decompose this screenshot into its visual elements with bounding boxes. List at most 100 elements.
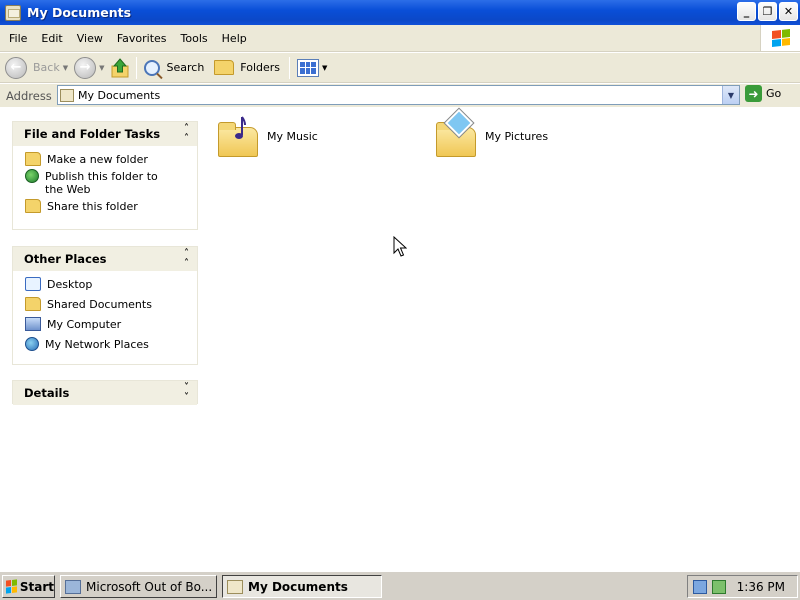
folders-label: Folders	[240, 61, 281, 74]
panel-title: Details	[24, 386, 70, 400]
my-documents-icon	[227, 579, 243, 594]
chevron-down-icon: ▼	[62, 63, 69, 72]
folder-my-music[interactable]: My Music	[218, 115, 368, 163]
desktop-icon	[25, 277, 41, 291]
address-dropdown-button[interactable]: ▼	[722, 86, 739, 104]
forward-button[interactable]: → ▼	[71, 55, 107, 81]
network-status-icon[interactable]	[693, 579, 707, 594]
place-desktop[interactable]: Desktop	[25, 277, 197, 291]
computer-icon	[25, 317, 41, 331]
folders-icon	[214, 60, 235, 75]
folder-label: My Pictures	[485, 130, 549, 143]
expand-chevron-icon[interactable]: ˅ ˅	[184, 383, 189, 403]
menu-view[interactable]: View	[70, 32, 110, 45]
network-icon	[25, 337, 39, 351]
views-icon	[297, 58, 320, 77]
menu-edit[interactable]: Edit	[34, 32, 69, 45]
window-title: My Documents	[27, 5, 132, 20]
back-button[interactable]: ← Back ▼	[0, 55, 71, 81]
title-bar[interactable]: My Documents _ ❐ ✕	[0, 0, 800, 25]
place-label: My Network Places	[45, 338, 149, 351]
windows-logo-icon	[760, 25, 800, 51]
panel-title: Other Places	[24, 252, 107, 266]
close-button[interactable]: ✕	[779, 2, 798, 21]
details-header[interactable]: Details ˅ ˅	[13, 381, 197, 405]
file-folder-tasks-panel: File and Folder Tasks ˄ ˄ Make a new fold…	[12, 121, 198, 230]
other-places-list: Desktop Shared Documents My Computer My …	[13, 271, 197, 361]
publish-web-icon	[25, 169, 39, 183]
new-folder-icon	[25, 152, 41, 166]
application-icon	[65, 579, 81, 594]
toolbar-separator	[135, 56, 137, 79]
menu-tools[interactable]: Tools	[174, 32, 215, 45]
windows-logo-icon	[6, 579, 17, 594]
details-panel: Details ˅ ˅	[12, 380, 198, 405]
address-value: My Documents	[78, 88, 161, 102]
clock[interactable]: 1:36 PM	[737, 580, 785, 594]
safely-remove-hardware-icon[interactable]	[712, 579, 726, 594]
standard-toolbar: ← Back ▼ → ▼ Search Folders ▼	[0, 53, 800, 83]
chevron-down-icon: ▼	[99, 63, 105, 72]
place-label: Shared Documents	[47, 298, 152, 311]
address-bar: Address My Documents ▼ ➜ Go	[0, 84, 800, 107]
restore-button[interactable]: ❐	[758, 2, 777, 21]
taskbar: Start Microsoft Out of Bo... My Document…	[0, 571, 800, 600]
my-documents-icon	[60, 88, 74, 102]
other-places-header[interactable]: Other Places ˄ ˄	[13, 247, 197, 271]
place-label: My Computer	[47, 318, 122, 331]
start-button[interactable]: Start	[2, 575, 55, 598]
taskbar-button-my-documents[interactable]: My Documents	[222, 575, 382, 598]
up-button[interactable]	[108, 55, 132, 81]
menu-help[interactable]: Help	[215, 32, 254, 45]
task-publish-folder[interactable]: Publish this folder to the Web	[25, 169, 197, 196]
toolbar-separator	[289, 56, 291, 79]
task-label: Publish this folder to the Web	[45, 170, 158, 196]
minimize-button[interactable]: _	[737, 2, 756, 21]
task-share-folder[interactable]: Share this folder	[25, 199, 197, 213]
place-my-computer[interactable]: My Computer	[25, 317, 197, 331]
collapse-chevron-icon[interactable]: ˄ ˄	[184, 249, 189, 269]
task-make-new-folder[interactable]: Make a new folder	[25, 152, 197, 166]
go-label: Go	[766, 87, 782, 100]
folders-button[interactable]: Folders	[211, 55, 283, 81]
search-icon	[143, 59, 160, 76]
chevron-down-icon: ▼	[322, 63, 328, 72]
file-folder-tasks-header[interactable]: File and Folder Tasks ˄ ˄	[13, 122, 197, 146]
back-arrow-icon: ←	[5, 56, 27, 79]
taskbar-button-oobe[interactable]: Microsoft Out of Bo...	[60, 575, 217, 598]
address-input[interactable]: My Documents ▼	[57, 85, 740, 105]
start-label: Start	[19, 579, 54, 594]
folder-label: My Music	[267, 130, 318, 143]
back-label: Back	[33, 61, 60, 74]
go-arrow-icon: ➜	[745, 85, 762, 102]
system-tray: 1:36 PM	[687, 575, 798, 598]
menu-file[interactable]: File	[0, 32, 34, 45]
forward-arrow-icon: →	[74, 56, 97, 79]
place-shared-documents[interactable]: Shared Documents	[25, 297, 197, 311]
menu-bar: File Edit View Favorites Tools Help	[0, 25, 800, 52]
menu-favorites[interactable]: Favorites	[110, 32, 174, 45]
collapse-chevron-icon[interactable]: ˄ ˄	[184, 124, 189, 144]
search-label: Search	[166, 61, 205, 74]
share-folder-icon	[25, 199, 41, 213]
folder-window-icon	[5, 4, 21, 21]
window-controls: _ ❐ ✕	[737, 2, 798, 21]
taskbar-button-label: Microsoft Out of Bo...	[86, 579, 213, 594]
shared-folder-icon	[25, 297, 41, 311]
place-my-network-places[interactable]: My Network Places	[25, 337, 197, 351]
other-places-panel: Other Places ˄ ˄ Desktop Shared Documents…	[12, 246, 198, 365]
task-label: Share this folder	[47, 200, 138, 213]
task-pane: File and Folder Tasks ˄ ˄ Make a new fold…	[0, 108, 210, 571]
go-button[interactable]: ➜ Go	[745, 85, 781, 102]
place-label: Desktop	[47, 278, 93, 291]
taskbar-button-label: My Documents	[248, 579, 348, 594]
address-label: Address	[6, 88, 52, 103]
music-folder-icon	[218, 115, 260, 157]
search-button[interactable]: Search	[141, 55, 208, 81]
folder-my-pictures[interactable]: My Pictures	[436, 107, 586, 163]
file-folder-tasks-list: Make a new folder Publish this folder to…	[13, 146, 197, 223]
views-button[interactable]: ▼	[294, 55, 330, 81]
panel-title: File and Folder Tasks	[24, 127, 161, 141]
task-label: Make a new folder	[47, 153, 148, 166]
pictures-folder-icon	[436, 107, 478, 157]
